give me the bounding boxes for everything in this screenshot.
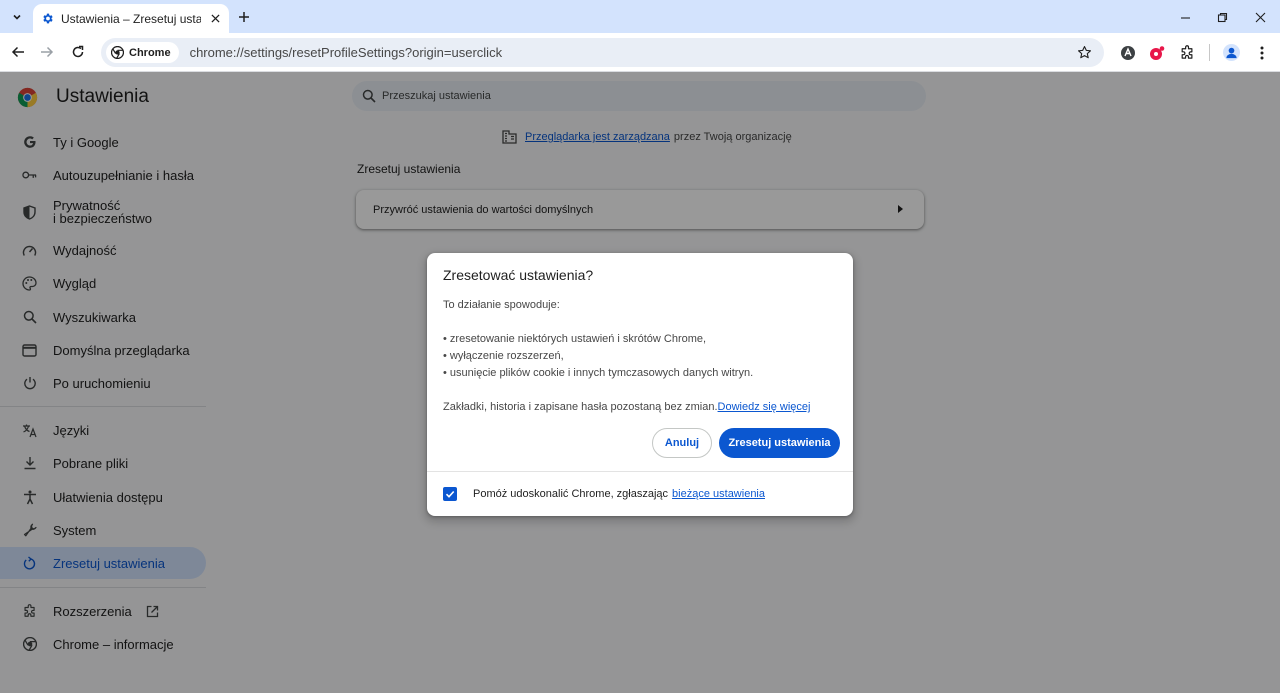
address-bar[interactable]: Chrome chrome://settings/resetProfileSet… <box>101 38 1104 67</box>
browser-toolbar: Chrome chrome://settings/resetProfileSet… <box>0 33 1280 72</box>
browser-menu-button[interactable] <box>1253 44 1270 61</box>
close-icon <box>1255 12 1265 22</box>
tab-strip: Ustawienia – Zresetuj ustawienia <box>0 0 1280 33</box>
tab-search-button[interactable] <box>7 7 27 27</box>
footer-text: Pomóż udoskonalić Chrome, zgłaszając bież… <box>473 488 765 500</box>
cancel-button[interactable]: Anuluj <box>652 428 712 458</box>
extension-logo-icon <box>1149 45 1164 60</box>
extensions-menu-button[interactable] <box>1179 44 1196 61</box>
report-settings-checkbox[interactable] <box>443 487 457 501</box>
minimize-icon <box>1180 16 1190 19</box>
new-tab-button[interactable] <box>235 8 252 25</box>
dialog-body: To działanie spowoduje: • zresetowanie n… <box>443 297 843 416</box>
chrome-icon <box>111 46 124 59</box>
check-icon <box>445 490 455 498</box>
reset-settings-button[interactable]: Zresetuj ustawienia <box>719 428 840 458</box>
learn-more-link[interactable]: Dowiedz się więcej <box>718 401 811 413</box>
gear-icon <box>41 12 54 25</box>
extension-logo-icon <box>1120 45 1135 60</box>
forward-button[interactable] <box>38 43 56 61</box>
tab-settings[interactable]: Ustawienia – Zresetuj ustawienia <box>33 4 229 33</box>
plus-icon <box>238 11 249 22</box>
dialog-note: Zakładki, historia i zapisane hasła pozo… <box>443 401 718 413</box>
close-window-button[interactable] <box>1252 9 1268 25</box>
reset-settings-dialog: Zresetować ustawienia? To działanie spow… <box>427 253 853 516</box>
reload-icon <box>72 45 84 58</box>
chevron-down-icon <box>13 14 21 20</box>
minimize-button[interactable] <box>1177 9 1193 25</box>
dialog-footer: Pomóż udoskonalić Chrome, zgłaszając bież… <box>427 471 853 516</box>
url-text[interactable]: chrome://settings/resetProfileSettings?o… <box>190 45 503 60</box>
star-icon <box>1078 46 1091 59</box>
chip-label: Chrome <box>129 46 171 59</box>
dialog-title: Zresetować ustawienia? <box>443 267 594 283</box>
arrow-left-icon <box>11 46 24 58</box>
toolbar-separator <box>1209 44 1210 61</box>
extension-button[interactable] <box>1148 44 1165 61</box>
restore-icon <box>1217 12 1227 22</box>
bookmark-button[interactable] <box>1076 44 1093 61</box>
tab-close-button[interactable] <box>209 12 222 25</box>
site-info-chip[interactable]: Chrome <box>106 42 179 63</box>
close-icon <box>211 14 220 23</box>
back-button[interactable] <box>9 43 27 61</box>
dialog-bullet: • zresetowanie niektórych ustawień i skr… <box>443 333 707 345</box>
dialog-bullet: • usunięcie plików cookie i innych tymcz… <box>443 367 754 379</box>
dialog-note-line: Zakładki, historia i zapisane hasła pozo… <box>443 399 843 416</box>
arrow-right-icon <box>41 46 54 58</box>
footer-label: Pomóż udoskonalić Chrome, zgłaszając <box>473 488 669 500</box>
restore-button[interactable] <box>1214 9 1230 25</box>
reload-button[interactable] <box>69 43 87 61</box>
avatar-icon <box>1223 44 1240 61</box>
profile-button[interactable] <box>1223 44 1240 61</box>
more-vert-icon <box>1260 46 1263 59</box>
tab-title: Ustawienia – Zresetuj ustawienia <box>61 11 201 26</box>
dialog-intro: To działanie spowoduje: <box>443 299 560 311</box>
dialog-bullet: • wyłączenie rozszerzeń, <box>443 350 564 362</box>
puzzle-icon <box>1181 45 1193 59</box>
extension-button[interactable] <box>1119 44 1136 61</box>
current-settings-link[interactable]: bieżące ustawienia <box>672 488 765 500</box>
